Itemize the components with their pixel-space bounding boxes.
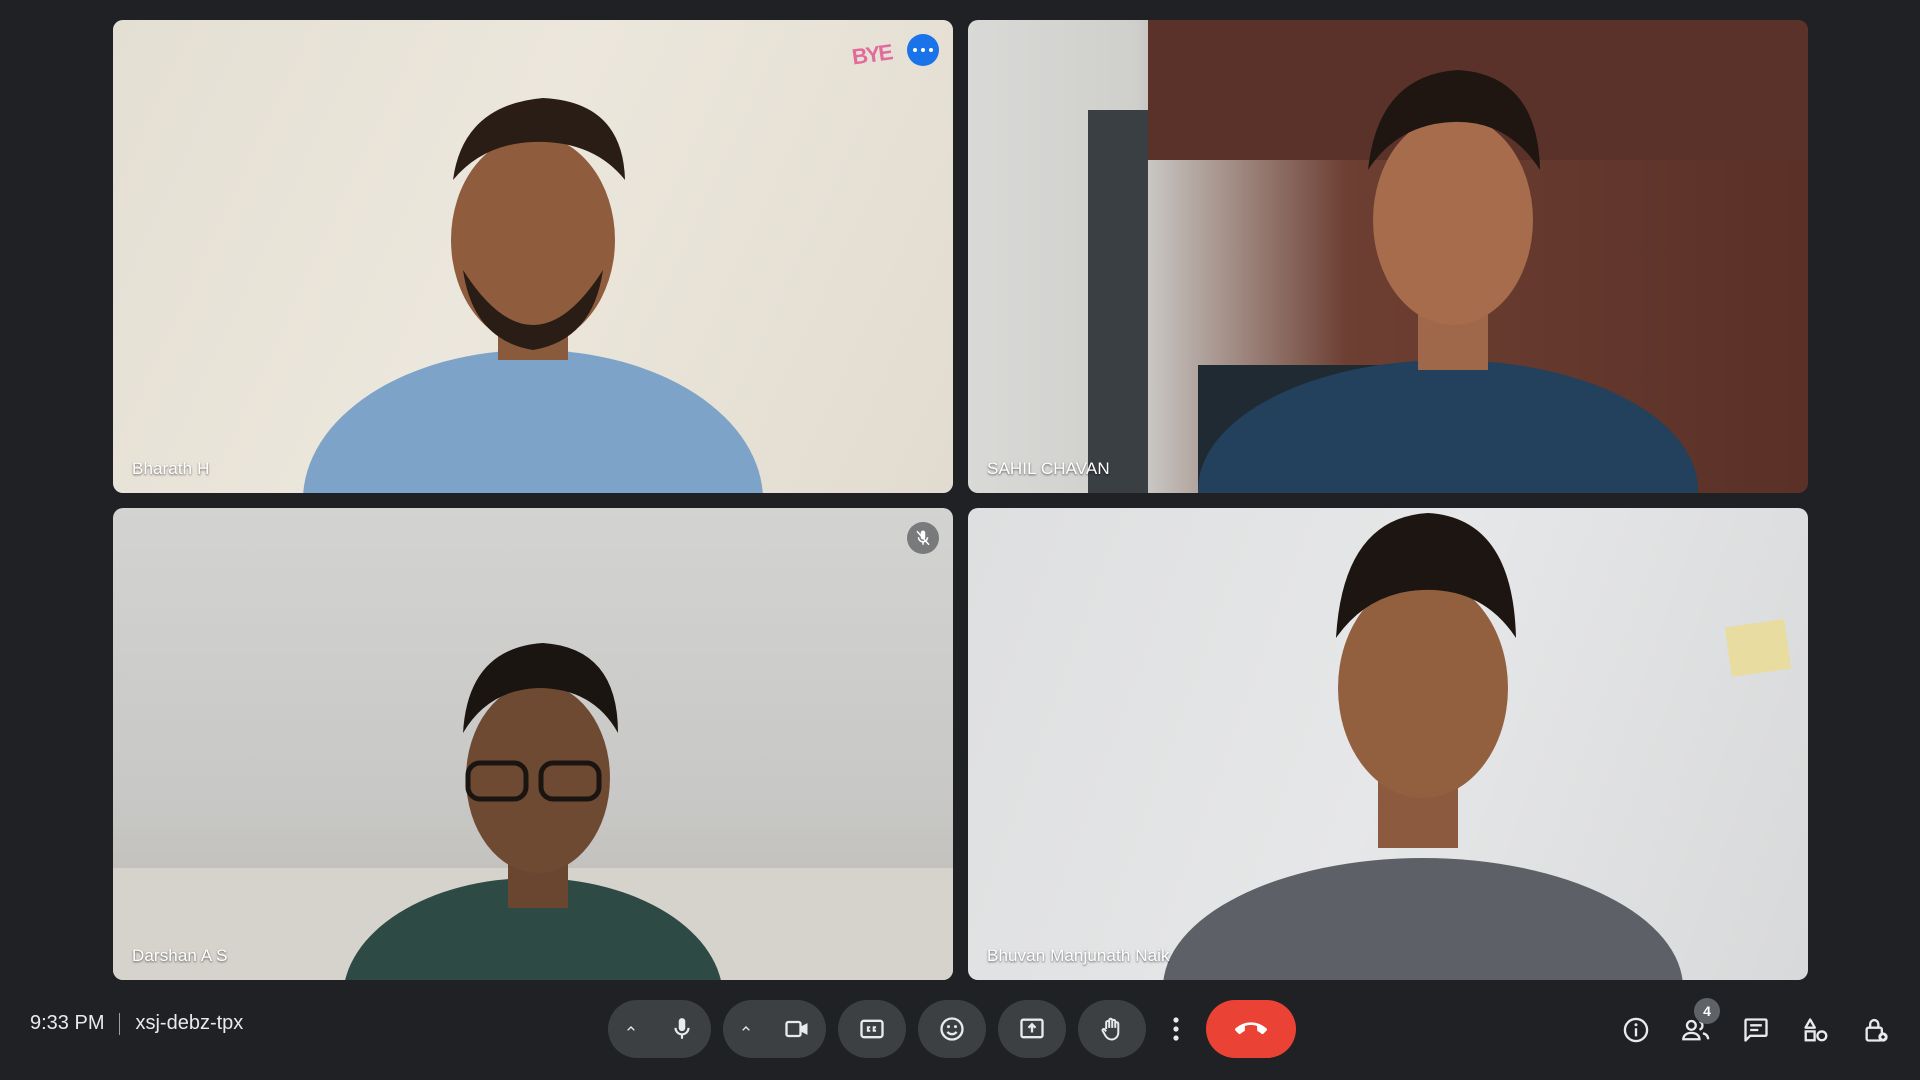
call-controls	[608, 1000, 1296, 1058]
meeting-info: 9:33 PM xsj-debz-tpx	[30, 1012, 243, 1035]
participant-name: Bharath H	[132, 459, 210, 478]
side-panel-tools: 4	[1606, 998, 1906, 1058]
mic-off-icon	[916, 530, 930, 546]
participant-name: SAHIL CHAVAN	[987, 459, 1110, 478]
chat-icon	[1744, 1018, 1768, 1042]
meeting-code[interactable]: xsj-debz-tpx	[135, 1012, 243, 1035]
bottom-toolbar: 9:33 PM xsj-debz-tpx 4	[0, 996, 1920, 1064]
camera-toggle-button[interactable]	[769, 1001, 825, 1057]
info-icon	[1623, 1017, 1649, 1043]
host-controls-button[interactable]	[1846, 1002, 1906, 1058]
captions-button[interactable]	[838, 1000, 906, 1058]
more-options-button[interactable]	[1158, 1000, 1194, 1058]
effect-sticker: BYE	[850, 39, 893, 70]
people-button[interactable]: 4	[1666, 998, 1726, 1058]
meet-stage: BYE Bharath H SAHIL CHAVAN Darshan A S B…	[0, 0, 1920, 1080]
chevron-up-icon	[742, 1026, 750, 1031]
participant-name: Darshan A S	[132, 946, 228, 965]
present-now-button[interactable]	[998, 1000, 1066, 1058]
chat-button[interactable]	[1726, 1002, 1786, 1058]
participant-video-3	[113, 643, 953, 980]
participant-tile-4[interactable]: Bhuvan Manjunath Naik	[968, 508, 1808, 980]
chevron-up-icon	[627, 1026, 635, 1031]
participant-tile-1[interactable]: BYE Bharath H	[113, 20, 953, 493]
raise-hand-button[interactable]	[1078, 1000, 1146, 1058]
participant-name: Bhuvan Manjunath Naik	[987, 946, 1170, 965]
mic-control-group	[608, 1000, 711, 1058]
participant-video-4	[1163, 513, 1792, 980]
call-end-icon	[1235, 1022, 1267, 1035]
audio-settings-chevron-button[interactable]	[608, 1000, 654, 1058]
more-vert-icon	[1173, 1017, 1179, 1041]
activities-button[interactable]	[1786, 1002, 1846, 1058]
videocam-icon	[785, 1020, 808, 1038]
participant-tile-3[interactable]: Darshan A S	[113, 508, 953, 980]
participant-video-2	[1088, 20, 1808, 493]
emoji-icon	[940, 1017, 964, 1041]
divider	[119, 1012, 121, 1035]
raise-hand-icon	[1101, 1017, 1120, 1041]
microphone-toggle-button[interactable]	[654, 1001, 710, 1057]
activities-icon	[1804, 1018, 1828, 1042]
clock-time: 9:33 PM	[30, 1012, 105, 1034]
muted-indicator	[907, 522, 939, 554]
participant-tile-2[interactable]: SAHIL CHAVAN	[968, 20, 1808, 493]
tile-more-options-button[interactable]	[907, 34, 939, 66]
leave-call-button[interactable]	[1206, 1000, 1296, 1058]
closed-captions-icon	[860, 1019, 884, 1039]
mic-icon	[674, 1018, 690, 1039]
reactions-button[interactable]	[918, 1000, 986, 1058]
participant-count-badge: 4	[1694, 998, 1720, 1024]
present-screen-icon	[1020, 1018, 1044, 1039]
video-settings-chevron-button[interactable]	[723, 1000, 769, 1058]
camera-control-group	[723, 1000, 826, 1058]
participant-video-1	[303, 98, 763, 493]
host-controls-lock-icon	[1865, 1018, 1888, 1042]
meeting-details-button[interactable]	[1606, 1002, 1666, 1058]
